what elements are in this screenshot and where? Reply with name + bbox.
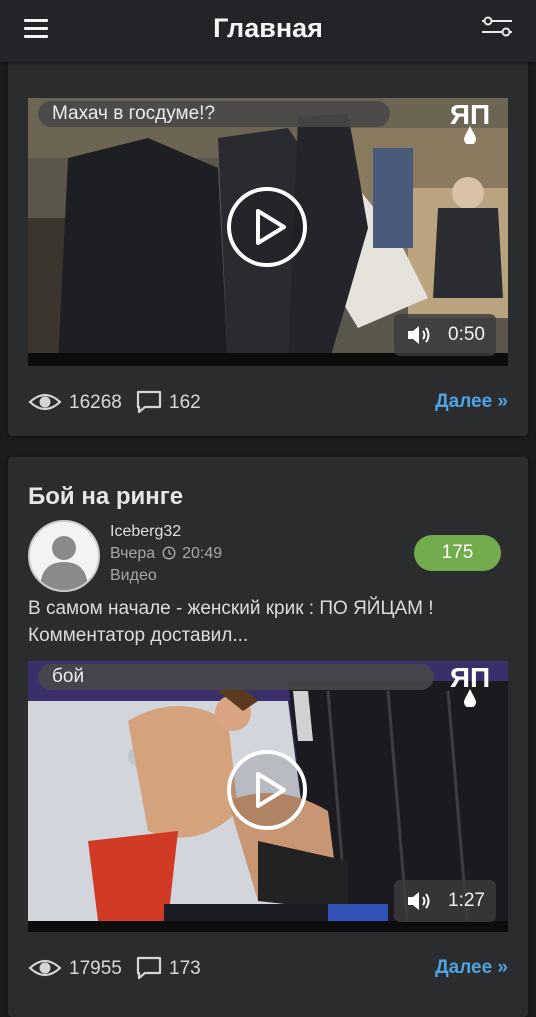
- eye-icon: [28, 959, 62, 977]
- post-date-day: Вчера: [110, 545, 156, 562]
- play-icon[interactable]: [226, 749, 308, 831]
- avatar[interactable]: [28, 520, 100, 592]
- excerpt-line: Комментатор доставил...: [28, 625, 249, 646]
- post-stats: 17955 173 Далее »: [28, 954, 508, 984]
- post-card: Бой на ринге Iceberg32 Вчера 20:49 Видео…: [8, 457, 528, 1017]
- post-date: Вчера 20:49: [110, 545, 222, 563]
- video-duration: 1:27: [448, 890, 485, 911]
- video-caption: Махач в госдуме!?: [38, 101, 390, 127]
- video-player[interactable]: Махач в госдуме!? ЯП 0:50: [28, 98, 508, 366]
- post-stats: 16268 162 Далее »: [28, 388, 508, 418]
- duration-badge: 1:27: [394, 880, 496, 922]
- comment-icon[interactable]: [136, 956, 162, 980]
- read-more-link[interactable]: Далее »: [435, 957, 508, 979]
- comments-count: 173: [169, 958, 201, 979]
- views-count: 16268: [69, 392, 122, 413]
- speaker-icon[interactable]: [406, 889, 434, 913]
- post-time: 20:49: [182, 545, 223, 562]
- comment-icon[interactable]: [136, 390, 162, 414]
- video-duration: 0:50: [448, 324, 485, 345]
- duration-badge: 0:50: [394, 314, 496, 356]
- yap-logo-text: ЯП: [450, 99, 490, 130]
- video-player[interactable]: бой ЯП 1:27: [28, 661, 508, 932]
- author-name[interactable]: Iceberg32: [110, 523, 181, 541]
- yap-logo: ЯП: [450, 662, 490, 707]
- read-more-link[interactable]: Далее »: [435, 391, 508, 413]
- rating-badge[interactable]: 175: [414, 535, 501, 571]
- views-count: 17955: [69, 958, 122, 979]
- post-title[interactable]: Бой на ринге: [28, 483, 183, 511]
- play-icon[interactable]: [226, 186, 308, 268]
- yap-logo: ЯП: [450, 99, 490, 144]
- clock-icon: [162, 546, 176, 560]
- filter-sliders-icon[interactable]: [480, 14, 514, 40]
- yap-logo-text: ЯП: [450, 662, 490, 693]
- eye-icon: [28, 393, 62, 411]
- post-card: Махач в госдуме!? ЯП 0:50 16268 162 Дале…: [8, 40, 528, 436]
- top-app-bar: Главная: [0, 0, 536, 62]
- post-category: Видео: [110, 567, 157, 584]
- user-placeholder-icon: [40, 536, 88, 590]
- post-excerpt: В самом начале - женский крик : ПО ЯЙЦАМ…: [28, 595, 508, 649]
- speaker-icon[interactable]: [406, 323, 434, 347]
- comments-count: 162: [169, 392, 201, 413]
- excerpt-line: В самом начале - женский крик : ПО ЯЙЦАМ…: [28, 598, 434, 619]
- page-title: Главная: [213, 13, 323, 43]
- video-caption: бой: [38, 664, 434, 690]
